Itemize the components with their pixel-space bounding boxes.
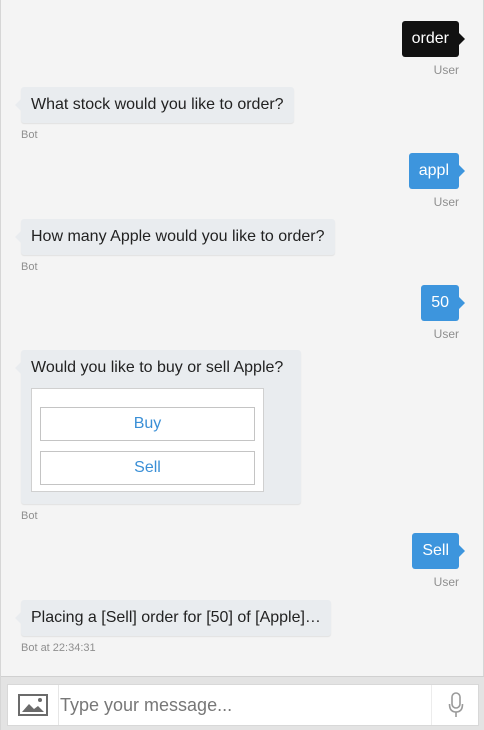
divider xyxy=(431,685,432,725)
user-message: 50 User xyxy=(1,285,465,345)
image-icon[interactable] xyxy=(18,694,48,716)
buy-button[interactable]: Buy xyxy=(40,407,255,441)
bot-card-message: Would you like to buy or sell Apple? Buy… xyxy=(15,350,321,526)
timestamp-label: Bot at 22:34:31 xyxy=(21,642,96,654)
bot-bubble: Placing a [Sell] order for [50] of [Appl… xyxy=(15,600,331,636)
user-bubble: Sell xyxy=(412,533,465,569)
sender-label: User xyxy=(433,195,459,209)
card-prompt: Would you like to buy or sell Apple? xyxy=(31,359,284,376)
bot-message: What stock would you like to order? Bot xyxy=(15,87,321,147)
bot-bubble: How many Apple would you like to order? xyxy=(15,219,335,255)
bot-message: Placing a [Sell] order for [50] of [Appl… xyxy=(15,600,361,660)
sender-label: User xyxy=(433,575,459,589)
user-bubble: 50 xyxy=(421,285,465,321)
user-message: Sell User xyxy=(1,533,465,593)
message-input[interactable] xyxy=(60,685,432,725)
sell-button[interactable]: Sell xyxy=(40,451,255,485)
microphone-icon[interactable] xyxy=(448,692,464,718)
user-message: order User xyxy=(1,21,466,81)
chat-transcript: order User What stock would you like to … xyxy=(1,0,484,676)
sender-label: Bot xyxy=(21,129,38,141)
sender-label: User xyxy=(433,63,459,77)
sender-label: User xyxy=(433,327,459,341)
sender-label: Bot xyxy=(21,261,38,273)
message-composer xyxy=(1,676,484,730)
user-bubble: order xyxy=(401,21,466,57)
chat-window: order User What stock would you like to … xyxy=(0,0,484,730)
choice-card: Would you like to buy or sell Apple? Buy… xyxy=(15,350,301,504)
choice-list: Buy Sell xyxy=(31,388,264,492)
bot-message: How many Apple would you like to order? … xyxy=(15,219,361,279)
bot-bubble: What stock would you like to order? xyxy=(15,87,294,123)
divider xyxy=(58,685,59,725)
user-message: appl User xyxy=(1,153,466,213)
user-bubble: appl xyxy=(408,153,466,189)
sender-label: Bot xyxy=(21,510,38,522)
composer-box xyxy=(7,684,479,726)
